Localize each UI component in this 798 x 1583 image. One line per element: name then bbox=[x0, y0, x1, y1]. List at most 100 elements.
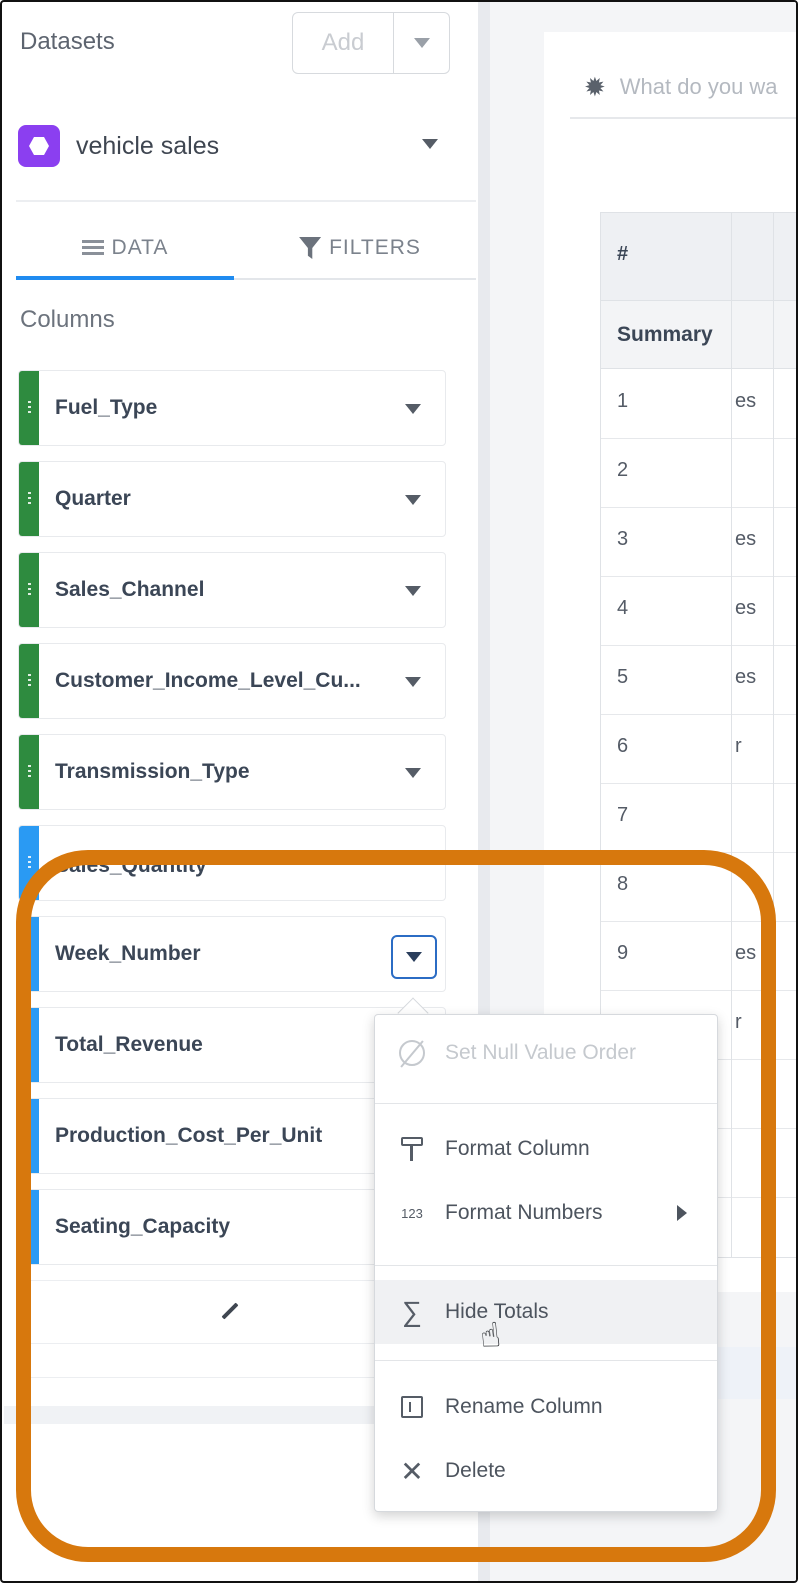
table-header-row bbox=[601, 213, 796, 301]
row-number: 4 bbox=[617, 597, 629, 619]
add-dropdown-button[interactable] bbox=[394, 12, 450, 74]
drag-handle[interactable] bbox=[19, 826, 39, 900]
cell-fragment: r bbox=[735, 735, 742, 757]
paint-roller-icon bbox=[397, 1137, 427, 1161]
cell-fragment: es bbox=[735, 528, 757, 550]
rename-icon bbox=[397, 1396, 427, 1418]
cell-fragment: r bbox=[735, 1011, 742, 1033]
delete-icon: ✕ bbox=[400, 1455, 424, 1487]
column-label: Sales_Quantity bbox=[55, 854, 207, 877]
drag-handle[interactable] bbox=[19, 553, 39, 627]
menu-item-hide-totals[interactable]: ∑ Hide Totals bbox=[375, 1280, 717, 1344]
menu-item-label: Format Numbers bbox=[445, 1201, 603, 1224]
chevron-down-icon[interactable] bbox=[405, 677, 421, 687]
drag-handle[interactable] bbox=[19, 462, 39, 536]
row-number: 6 bbox=[617, 735, 629, 757]
column-label: Sales_Channel bbox=[55, 578, 205, 601]
add-button[interactable]: Add bbox=[292, 12, 394, 74]
summary-label: Summary bbox=[617, 323, 713, 346]
drag-handle[interactable] bbox=[19, 644, 39, 718]
column-item-sales-channel[interactable]: Sales_Channel bbox=[18, 552, 446, 628]
row-number: 2 bbox=[617, 459, 629, 481]
column-label: Customer_Income_Level_Cu... bbox=[55, 669, 361, 692]
menu-item-rename-column[interactable]: Rename Column bbox=[375, 1375, 717, 1439]
query-bar[interactable]: ✹ What do you wa bbox=[570, 57, 796, 119]
datasets-title: Datasets bbox=[20, 28, 115, 55]
sparkle-icon: ✹ bbox=[584, 71, 606, 102]
pencil-icon bbox=[221, 1302, 239, 1320]
row-number: 5 bbox=[617, 666, 629, 688]
table-row[interactable]: 5 es bbox=[601, 646, 796, 715]
menu-item-label: Format Column bbox=[445, 1137, 590, 1160]
add-button-group: Add bbox=[292, 12, 450, 74]
table-row[interactable]: 6r bbox=[601, 715, 796, 784]
column-label: Seating_Capacity bbox=[55, 1215, 231, 1238]
row-number-header: # bbox=[617, 243, 629, 265]
column-context-menu: Set Null Value Order Format Column 123 F… bbox=[374, 1014, 718, 1512]
sigma-icon: ∑ bbox=[402, 1296, 422, 1327]
chevron-down-icon[interactable] bbox=[405, 768, 421, 778]
row-number: 9 bbox=[617, 942, 629, 964]
table-row[interactable]: 9 es bbox=[601, 922, 796, 991]
dataset-selector[interactable]: vehicle sales bbox=[18, 117, 450, 175]
drag-handle[interactable] bbox=[19, 735, 39, 809]
menu-item-label: Delete bbox=[445, 1459, 506, 1482]
cell-fragment: es bbox=[735, 597, 757, 619]
drag-handle[interactable] bbox=[19, 1008, 39, 1082]
query-input-placeholder[interactable]: What do you wa bbox=[620, 74, 778, 100]
column-item-transmission-type[interactable]: Transmission_Type bbox=[18, 734, 446, 810]
column-label: Quarter bbox=[55, 487, 131, 510]
table-row[interactable]: 7 bbox=[601, 784, 796, 853]
dataset-hexagon-icon bbox=[18, 125, 60, 167]
column-menu-toggle[interactable] bbox=[391, 935, 437, 979]
cell-fragment: es bbox=[735, 390, 757, 412]
column-item-week-number[interactable]: Week_Number bbox=[18, 916, 446, 992]
table-row[interactable]: 2 bbox=[601, 439, 796, 508]
columns-heading: Columns bbox=[20, 306, 115, 333]
cell-fragment: es bbox=[735, 942, 757, 964]
column-item-customer-income-level[interactable]: Customer_Income_Level_Cu... bbox=[18, 643, 446, 719]
drag-handle[interactable] bbox=[19, 917, 39, 991]
column-label: Transmission_Type bbox=[55, 760, 250, 783]
row-number: 8 bbox=[617, 873, 629, 895]
column-label: Production_Cost_Per_Unit bbox=[55, 1124, 323, 1147]
dataset-name: vehicle sales bbox=[76, 131, 220, 160]
column-item-quarter[interactable]: Quarter bbox=[18, 461, 446, 537]
tab-data[interactable]: DATA bbox=[16, 216, 234, 280]
table-row[interactable]: 8 bbox=[601, 853, 796, 922]
chevron-down-icon[interactable] bbox=[405, 495, 421, 505]
menu-item-format-numbers[interactable]: 123 Format Numbers bbox=[375, 1181, 717, 1245]
menu-item-format-column[interactable]: Format Column bbox=[375, 1117, 717, 1181]
number-format-icon: 123 bbox=[401, 1205, 423, 1221]
column-label: Week_Number bbox=[55, 942, 201, 965]
menu-item-set-null-value-order[interactable]: Set Null Value Order bbox=[375, 1021, 717, 1085]
table-row[interactable]: 4 es bbox=[601, 577, 796, 646]
chevron-down-icon bbox=[413, 38, 430, 48]
row-number: 7 bbox=[617, 804, 629, 826]
chevron-down-icon[interactable] bbox=[405, 404, 421, 414]
column-divider bbox=[731, 213, 732, 1257]
menu-item-label: Set Null Value Order bbox=[445, 1041, 637, 1064]
drag-handle[interactable] bbox=[19, 371, 39, 445]
column-item-fuel-type[interactable]: Fuel_Type bbox=[18, 370, 446, 446]
chevron-down-icon bbox=[406, 952, 422, 962]
drag-handle[interactable] bbox=[19, 1190, 39, 1264]
table-row[interactable]: 3 es bbox=[601, 508, 796, 577]
table-row[interactable]: 1 es bbox=[601, 370, 796, 439]
column-item-sales-quantity[interactable]: Sales_Quantity bbox=[18, 825, 446, 901]
column-label: Fuel_Type bbox=[55, 396, 158, 419]
column-label: Total_Revenue bbox=[55, 1033, 203, 1056]
active-tab-indicator bbox=[16, 276, 234, 280]
menu-separator bbox=[375, 1103, 717, 1104]
chevron-down-icon[interactable] bbox=[405, 586, 421, 596]
menu-separator bbox=[375, 1360, 717, 1361]
divider bbox=[16, 200, 476, 202]
column-divider bbox=[773, 213, 774, 1257]
drag-handle[interactable] bbox=[19, 1099, 39, 1173]
pointer-hand-cursor-icon: ☝ bbox=[478, 1316, 503, 1356]
row-number: 3 bbox=[617, 528, 629, 550]
null-order-icon bbox=[397, 1040, 427, 1068]
menu-item-delete[interactable]: ✕ Delete bbox=[375, 1439, 717, 1503]
tab-filters[interactable]: FILTERS bbox=[244, 216, 476, 280]
row-number: 1 bbox=[617, 390, 629, 412]
